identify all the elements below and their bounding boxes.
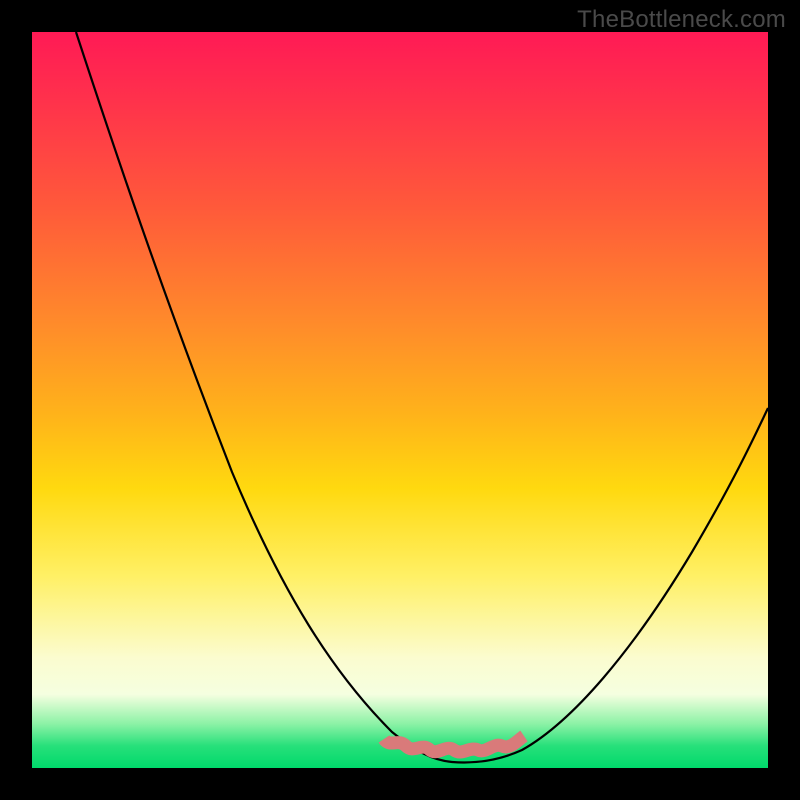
bottleneck-curve — [76, 32, 768, 763]
optimum-band — [384, 736, 524, 752]
chart-svg — [32, 32, 768, 768]
chart-frame: TheBottleneck.com — [0, 0, 800, 800]
plot-area — [32, 32, 768, 768]
attribution-text: TheBottleneck.com — [577, 6, 786, 34]
